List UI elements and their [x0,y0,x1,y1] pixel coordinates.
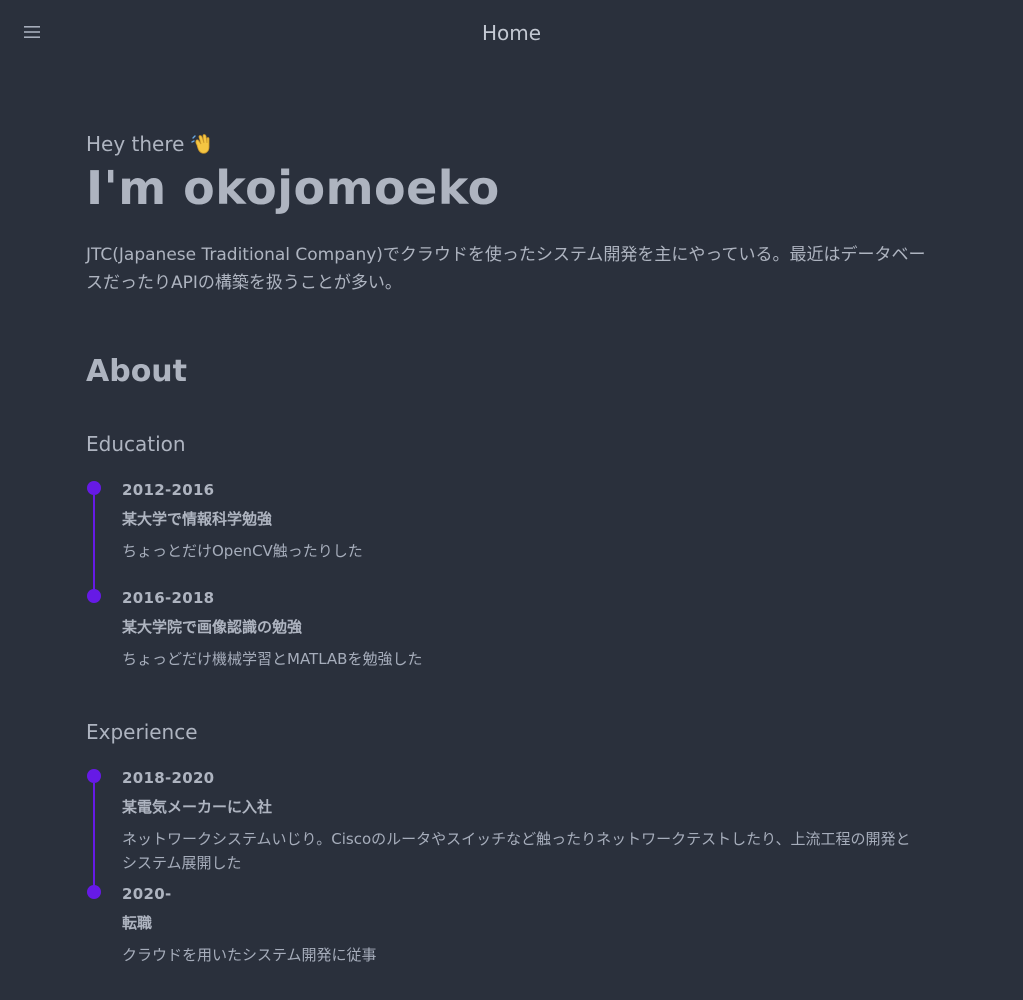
timeline-dot [87,885,101,899]
timeline-title: 某大学院で画像認識の勉強 [122,618,303,636]
about-heading: About [86,354,188,389]
timeline-item: 2016-2018 某大学院で画像認識の勉強 ちょっどだけ機械学習とMATLAB… [86,589,936,671]
experience-heading: Experience [86,720,198,744]
navbar: Home [0,0,1023,66]
hero-section: Hey there I'm okojomoeko JTC(Japanese Tr… [86,130,936,297]
timeline-item: 2018-2020 某電気メーカーに入社 ネットワークシステムいじり。Cisco… [86,769,936,885]
timeline-description: クラウドを用いたシステム開発に従事 [122,946,377,964]
timeline-item: 2012-2016 某大学で情報科学勉強 ちょっとだけOpenCV触ったりした [86,481,936,589]
intro-text: JTC(Japanese Traditional Company)でクラウドを使… [86,245,926,293]
greeting-text: Hey there [86,132,185,156]
timeline-date: 2012-2016 [122,481,215,499]
education-timeline: 2012-2016 某大学で情報科学勉強 ちょっとだけOpenCV触ったりした … [86,481,936,671]
timeline-description: ちょっどだけ機械学習とMATLABを勉強した [122,650,423,668]
education-heading: Education [86,432,186,456]
timeline-description: ちょっとだけOpenCV触ったりした [122,542,363,560]
timeline-description: ネットワークシステムいじり。Ciscoのルータやスイッチなど触ったりネットワーク… [122,830,911,872]
timeline-title: 転職 [122,914,153,932]
timeline-title: 某大学で情報科学勉強 [122,510,273,528]
experience-timeline: 2018-2020 某電気メーカーに入社 ネットワークシステムいじり。Cisco… [86,769,936,967]
timeline-item: 2020- 転職 クラウドを用いたシステム開発に従事 [86,885,936,967]
timeline-date: 2016-2018 [122,589,215,607]
page-title: I'm okojomoeko [86,161,500,215]
greeting-line: Hey there [86,130,936,158]
timeline-date: 2018-2020 [122,769,215,787]
timeline-title: 某電気メーカーに入社 [122,798,273,816]
home-link[interactable]: Home [0,20,1023,46]
timeline-dot [87,481,101,495]
timeline-date: 2020- [122,885,172,903]
timeline-dot [87,769,101,783]
waving-hand-icon [191,134,210,154]
timeline-dot [87,589,101,603]
